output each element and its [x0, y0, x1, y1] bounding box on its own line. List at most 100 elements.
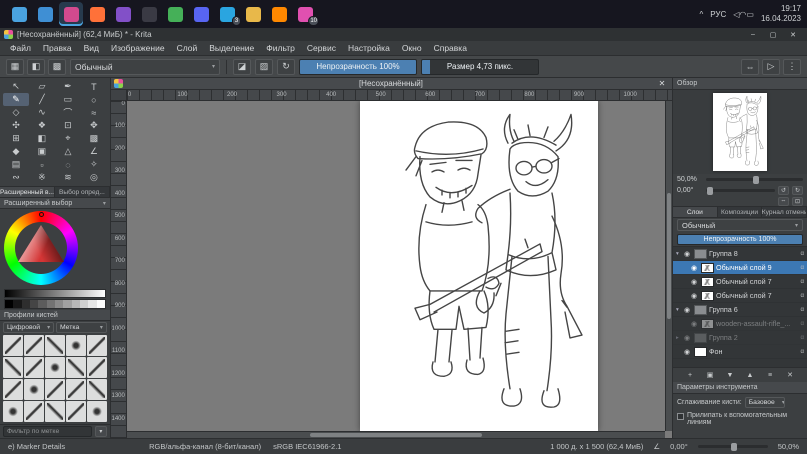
gray-swatch[interactable]: [47, 300, 55, 308]
taskbar-app-app-blue[interactable]: [33, 2, 57, 26]
tool-reference-images[interactable]: ▤: [3, 158, 29, 171]
taskbar-clock[interactable]: 19:17 16.04.2023: [761, 4, 801, 23]
docker-tab-композиции[interactable]: Композиции: [718, 207, 763, 217]
tool-calligraphy[interactable]: ✒: [55, 80, 81, 93]
tool-crop[interactable]: ⊞: [3, 132, 29, 145]
layer-row[interactable]: ▾◉Группа 6α: [673, 303, 807, 317]
brush-presets-header[interactable]: Профили кистей: [0, 310, 110, 321]
gray-swatch[interactable]: [88, 300, 96, 308]
taskbar-app-app-pink[interactable]: 10: [293, 2, 317, 26]
advanced-color-header[interactable]: Расширенный выбор ▾: [0, 198, 110, 209]
menu-item-правка[interactable]: Правка: [37, 43, 78, 53]
layer-alpha-badge[interactable]: α: [801, 307, 804, 313]
brush-preset[interactable]: [66, 357, 86, 378]
tool-multibrush[interactable]: ❖: [29, 119, 55, 132]
funnel-icon[interactable]: ▾: [95, 426, 107, 437]
canvas-paper[interactable]: [360, 101, 598, 431]
tool-text[interactable]: T: [81, 80, 107, 93]
statusbar-zoom-value[interactable]: 50,0%: [778, 442, 799, 451]
toolbar-overflow-button[interactable]: ⋮: [783, 59, 801, 75]
vertical-scrollbar[interactable]: [665, 101, 672, 431]
layer-visibility-toggle[interactable]: ◉: [691, 264, 699, 272]
taskbar-app-app-purple[interactable]: [111, 2, 135, 26]
menu-item-окно[interactable]: Окно: [396, 43, 428, 53]
taskbar-app-discord[interactable]: [189, 2, 213, 26]
gray-swatch[interactable]: [72, 300, 80, 308]
layer-expand-caret[interactable]: ▸: [676, 335, 682, 341]
color-tab[interactable]: Расширенный в...: [0, 187, 55, 197]
overview-zoom-slider[interactable]: [706, 178, 803, 181]
brush-category-select[interactable]: Цифровой: [3, 322, 54, 333]
tool-edit-shapes[interactable]: ▱: [29, 80, 55, 93]
tray-icons[interactable]: ◁◠▭: [733, 10, 754, 19]
taskbar-app-folder[interactable]: [241, 2, 265, 26]
brush-preset[interactable]: [87, 357, 107, 378]
brush-filter-input[interactable]: Фильтр по метке: [3, 426, 92, 437]
menu-item-настройка[interactable]: Настройка: [342, 43, 396, 53]
gray-swatch[interactable]: [97, 300, 105, 308]
tool-zoom[interactable]: ◎: [81, 171, 107, 184]
menu-item-выделение[interactable]: Выделение: [203, 43, 260, 53]
color-tab[interactable]: Выбор опред...: [55, 187, 110, 197]
layer-alpha-badge[interactable]: α: [801, 265, 804, 271]
smoothing-select[interactable]: Базовое: [745, 397, 785, 408]
layer-alpha-badge[interactable]: α: [801, 251, 804, 257]
layer-visibility-toggle[interactable]: ◉: [684, 306, 692, 314]
move-layer-up-button[interactable]: ▲: [743, 370, 757, 381]
brush-preset[interactable]: [87, 379, 107, 400]
menu-item-сервис[interactable]: Сервис: [301, 43, 342, 53]
layer-expand-caret[interactable]: ▾: [676, 307, 682, 313]
tool-rect-select[interactable]: ▫: [29, 158, 55, 171]
layer-opacity-slider[interactable]: Непрозрачность 100%: [677, 234, 803, 245]
brush-preset[interactable]: [45, 357, 65, 378]
layer-alpha-badge[interactable]: α: [801, 349, 804, 355]
statusbar-zoom-knob[interactable]: [731, 443, 737, 451]
brush-preset[interactable]: [87, 335, 107, 356]
layer-blend-mode-select[interactable]: Обычный: [677, 219, 803, 231]
layer-row[interactable]: ▸◉Группа 2α: [673, 331, 807, 345]
tool-color-sampler[interactable]: ⌖: [55, 132, 81, 145]
layer-visibility-toggle[interactable]: ◉: [684, 334, 692, 342]
battery-icon[interactable]: ▭: [746, 10, 754, 19]
layer-row[interactable]: ◉Фонα: [673, 345, 807, 359]
tool-polygon[interactable]: ◇: [3, 106, 29, 119]
layer-visibility-toggle[interactable]: ◉: [691, 292, 699, 300]
layer-visibility-toggle[interactable]: ◉: [691, 320, 699, 328]
pattern-chooser-button[interactable]: ▩: [48, 59, 66, 75]
brush-size-slider[interactable]: Размер 4,73 пикс.: [421, 59, 539, 75]
rotate-ccw-button[interactable]: ↺: [778, 186, 789, 195]
opacity-slider[interactable]: Непрозрачность 100%: [299, 59, 417, 75]
gray-swatch[interactable]: [80, 300, 88, 308]
brush-preset[interactable]: [3, 401, 23, 422]
tool-freehand-select[interactable]: ∾: [3, 171, 29, 184]
layer-alpha-badge[interactable]: α: [801, 321, 804, 327]
layer-expand-caret[interactable]: ▾: [676, 251, 682, 257]
gray-swatch[interactable]: [5, 300, 13, 308]
brush-preset[interactable]: [24, 401, 44, 422]
statusbar-zoom-slider[interactable]: [698, 445, 768, 448]
vertical-scroll-thumb[interactable]: [667, 193, 671, 318]
docker-tab-слои[interactable]: Слои: [673, 207, 718, 217]
layer-row[interactable]: ◉wooden-assault-rifle_...α: [673, 317, 807, 331]
taskbar-language[interactable]: РУС: [710, 10, 726, 19]
canvas-only-button[interactable]: ⊡: [792, 197, 803, 206]
rotation-slider-knob[interactable]: [707, 187, 713, 195]
reload-preset-button[interactable]: ↻: [277, 59, 295, 75]
brush-preset[interactable]: [24, 379, 44, 400]
gray-swatch[interactable]: [30, 300, 38, 308]
mirror-view-button[interactable]: ⇔: [741, 59, 759, 75]
layer-row[interactable]: ◉Обычный слой 7α: [673, 275, 807, 289]
tool-dynamic-brush[interactable]: ✣: [3, 119, 29, 132]
preserve-alpha-button[interactable]: ▨: [255, 59, 273, 75]
tool-enclose-fill[interactable]: ▣: [29, 145, 55, 158]
tool-freehand-path[interactable]: ≈: [81, 106, 107, 119]
taskbar-app-telegram[interactable]: 3: [215, 2, 239, 26]
taskbar-app-app-dark[interactable]: [137, 2, 161, 26]
overview-zoom-value[interactable]: 50,0%: [677, 176, 703, 183]
zoom-slider-knob[interactable]: [753, 176, 759, 184]
tool-transform[interactable]: ⊡: [55, 119, 81, 132]
menu-item-справка[interactable]: Справка: [428, 43, 473, 53]
brush-preset[interactable]: [45, 401, 65, 422]
brush-tag-select[interactable]: Метка: [56, 322, 107, 333]
tool-freehand-brush[interactable]: ✎: [3, 93, 29, 106]
